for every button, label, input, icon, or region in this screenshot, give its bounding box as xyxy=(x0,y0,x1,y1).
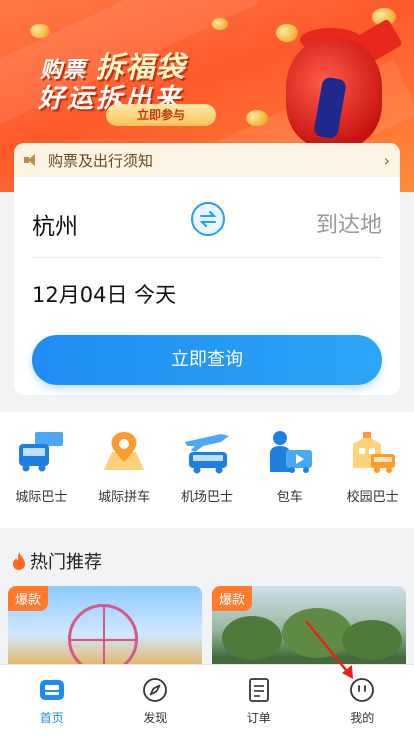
service-grid: 城际巴士 城际拼车 机场巴士 包车 校园巴士 xyxy=(0,412,414,528)
hot-recommend-title: 热门推荐 xyxy=(30,552,102,573)
chevron-right-icon: › xyxy=(383,150,390,170)
tab-label: 我的 xyxy=(350,711,375,725)
swap-icon[interactable] xyxy=(191,202,225,236)
annotation-arrow-icon xyxy=(305,620,353,679)
charter-car-icon xyxy=(269,431,312,473)
swap-arrows-icon xyxy=(199,211,217,227)
coin-icon xyxy=(246,110,268,126)
service-intercity-bus[interactable]: 城际巴士 xyxy=(5,428,77,528)
service-charter-car[interactable]: 包车 xyxy=(254,428,326,528)
divider xyxy=(32,257,382,258)
service-campus-bus[interactable]: 校园巴士 xyxy=(337,428,409,528)
intercity-bus-icon xyxy=(19,432,64,472)
departure-city[interactable]: 杭州 xyxy=(32,207,78,241)
search-button[interactable]: 立即查询 xyxy=(32,335,382,385)
hot-tag-badge: 爆款 xyxy=(212,586,253,611)
notice-text: 购票及出行须知 xyxy=(48,151,154,170)
coin-icon xyxy=(212,18,228,30)
intercity-carpool-icon xyxy=(104,432,145,470)
travel-notice-bar[interactable]: 购票及出行须知 › xyxy=(14,143,400,177)
tab-orders[interactable]: 订单 xyxy=(207,665,311,736)
compass-icon xyxy=(143,678,168,702)
tab-label: 首页 xyxy=(39,711,64,725)
flame-icon xyxy=(13,552,25,570)
airport-bus-icon xyxy=(184,434,229,474)
service-label: 城际拼车 xyxy=(98,490,151,505)
order-icon xyxy=(248,678,269,702)
hot-recommend-heading: 热门推荐 xyxy=(12,548,102,574)
service-label: 机场巴士 xyxy=(180,490,233,505)
coin-icon xyxy=(30,24,50,38)
coin-icon xyxy=(276,24,298,42)
departure-date[interactable]: 12月04日 今天 xyxy=(32,279,176,309)
ticket-search-card: 杭州 到达地 12月04日 今天 立即查询 xyxy=(14,177,400,395)
tab-label: 发现 xyxy=(143,711,168,725)
tab-discover[interactable]: 发现 xyxy=(104,665,208,736)
campus-bus-icon xyxy=(352,432,395,473)
service-label: 包车 xyxy=(276,490,303,505)
speaker-icon xyxy=(24,153,40,167)
home-icon xyxy=(39,680,64,700)
service-intercity-carpool[interactable]: 城际拼车 xyxy=(88,428,160,528)
tree-image xyxy=(222,616,282,660)
hot-tag-badge: 爆款 xyxy=(8,586,49,611)
service-airport-bus[interactable]: 机场巴士 xyxy=(171,428,243,528)
join-now-button[interactable]: 立即参与 xyxy=(106,104,216,126)
service-label: 城际巴士 xyxy=(15,490,68,505)
tab-home[interactable]: 首页 xyxy=(0,665,104,736)
destination-city[interactable]: 到达地 xyxy=(316,207,382,239)
service-label: 校园巴士 xyxy=(346,490,399,505)
tab-label: 订单 xyxy=(246,711,271,725)
